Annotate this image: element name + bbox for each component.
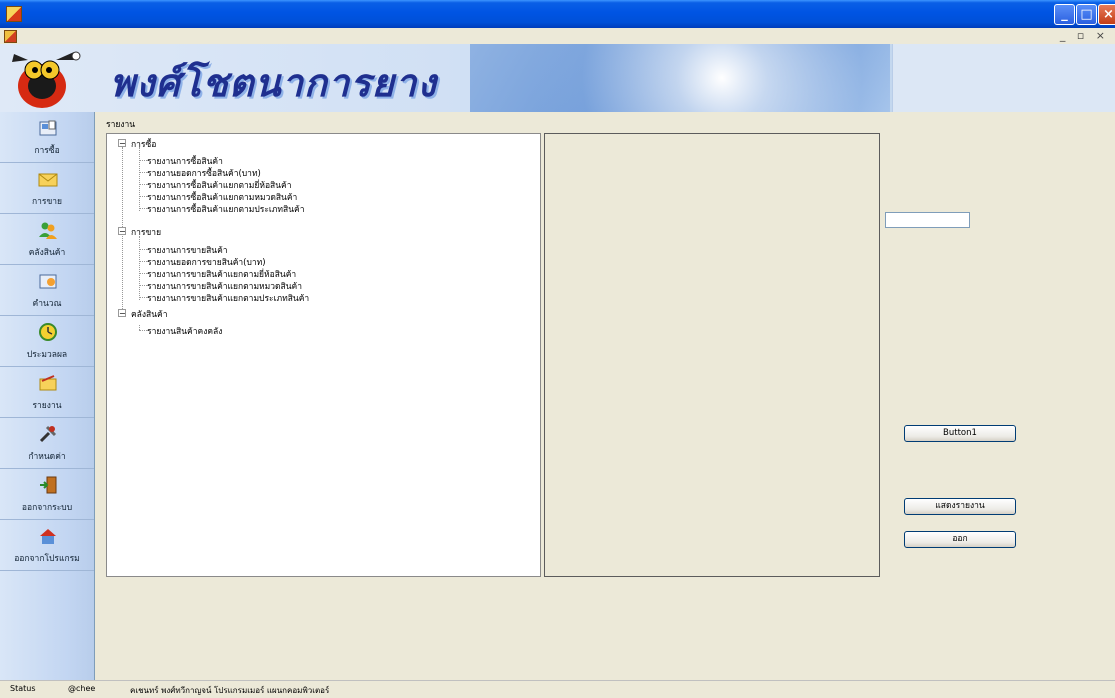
sidebar-item-warehouse[interactable]: คลังสินค้า — [0, 214, 94, 265]
sidebar-item-label: ออกจากโปรแกรม — [14, 554, 80, 564]
tree-branch — [139, 330, 147, 331]
child-window-icon[interactable] — [4, 30, 17, 43]
tree-collapse-toggle[interactable]: − — [118, 309, 126, 318]
purchase-icon — [39, 120, 57, 136]
status-developer: คเชนทร์ พงศ์ทวีกาญจน์ โปรแกรมเมอร์ แผนกค… — [130, 686, 330, 695]
sidebar-item-label: กำหนดค่า — [28, 452, 66, 462]
tree-collapse-toggle[interactable]: − — [118, 139, 126, 148]
tree-branch — [139, 208, 147, 209]
sidebar-item-label: ประมวลผล — [26, 350, 68, 360]
tree-branch — [139, 261, 147, 262]
tree-branch — [139, 273, 147, 274]
exit-button[interactable]: ออก — [904, 531, 1016, 548]
sidebar-item-label: รายงาน — [32, 401, 62, 411]
report-groupbox-label: รายงาน — [106, 120, 136, 130]
warehouse-users-icon — [39, 222, 57, 239]
tree-branch — [139, 285, 147, 286]
sidebar-item-sale[interactable]: การขาย — [0, 163, 94, 214]
minimize-button[interactable]: _ — [1054, 4, 1075, 25]
tree-branch — [139, 172, 147, 173]
sidebar-item-label: ออกจากระบบ — [21, 503, 73, 513]
close-button[interactable]: × — [1098, 4, 1115, 25]
tree-leaf[interactable]: รายงานการซื้อสินค้าแยกตามประเภทสินค้า — [147, 202, 304, 216]
tree-connector — [139, 236, 140, 300]
tree-node-warehouse[interactable]: คลังสินค้า — [131, 307, 168, 321]
banner-title: พงศ์โชตนาการยาง — [110, 60, 437, 105]
sidebar-item-label: การขาย — [31, 197, 63, 207]
sidebar-item-label: คลังสินค้า — [28, 248, 66, 258]
sidebar-item-calculate[interactable]: คำนวณ — [0, 265, 94, 316]
title-bar: _ □ × — [0, 0, 1115, 28]
settings-tools-icon — [39, 425, 57, 443]
sidebar-item-process[interactable]: ประมวลผล — [0, 316, 94, 367]
report-icon — [39, 375, 57, 391]
status-bar: Status @chee คเชนทร์ พงศ์ทวีกาญจน์ โปรแก… — [0, 680, 1115, 698]
sidebar-item-logout[interactable]: ออกจากระบบ — [0, 469, 94, 520]
sidebar-item-exit-program[interactable]: ออกจากโปรแกรม — [0, 520, 94, 571]
tree-node-sales[interactable]: การขาย — [131, 225, 161, 239]
tree-leaf[interactable]: รายงานการขายสินค้าแยกตามประเภทสินค้า — [147, 291, 309, 305]
tree-branch — [139, 297, 147, 298]
process-clock-icon — [39, 323, 57, 341]
tree-node-purchase[interactable]: การซื้อ — [131, 137, 156, 151]
tree-branch — [139, 249, 147, 250]
sidebar-item-label: การซื้อ — [34, 146, 60, 156]
sidebar-item-report[interactable]: รายงาน — [0, 367, 94, 418]
banner-sky-image — [470, 44, 890, 112]
report-tree-view[interactable]: − การซื้อ รายงานการซื้อสินค้า รายงานยอดก… — [106, 133, 541, 577]
mdi-window-controls[interactable]: _ ▫ × — [1060, 29, 1109, 42]
report-preview-panel — [544, 133, 880, 577]
tree-connector — [139, 147, 140, 211]
company-logo-mascot — [12, 51, 81, 108]
calculate-icon — [39, 274, 57, 289]
sidebar: การซื้อ การขาย คลังสินค้า คำนวณ ประมวลผล — [0, 112, 95, 680]
tree-branch — [139, 184, 147, 185]
logout-door-icon — [40, 476, 57, 494]
report-input-field[interactable] — [885, 212, 970, 228]
sidebar-item-settings[interactable]: กำหนดค่า — [0, 418, 94, 469]
header-banner: พงศ์โชตนาการยาง — [0, 44, 1115, 112]
sale-envelope-icon — [38, 173, 58, 187]
tree-leaf[interactable]: รายงานสินค้าคงคลัง — [147, 324, 222, 338]
exit-home-icon — [40, 529, 56, 544]
app-icon[interactable] — [6, 6, 22, 22]
tree-collapse-toggle[interactable]: − — [118, 227, 126, 236]
status-user: @chee — [68, 684, 96, 693]
status-label: Status — [10, 684, 36, 693]
show-report-button[interactable]: แสดงรายงาน — [904, 498, 1016, 515]
sidebar-item-purchase[interactable]: การซื้อ — [0, 112, 94, 163]
sidebar-item-label: คำนวณ — [32, 299, 62, 309]
maximize-button[interactable]: □ — [1076, 4, 1097, 25]
banner-right-panel — [892, 44, 1115, 112]
tree-branch — [139, 160, 147, 161]
mdi-menu-row: _ ▫ × — [0, 28, 1115, 44]
tree-branch — [139, 196, 147, 197]
button1[interactable]: Button1 — [904, 425, 1016, 442]
